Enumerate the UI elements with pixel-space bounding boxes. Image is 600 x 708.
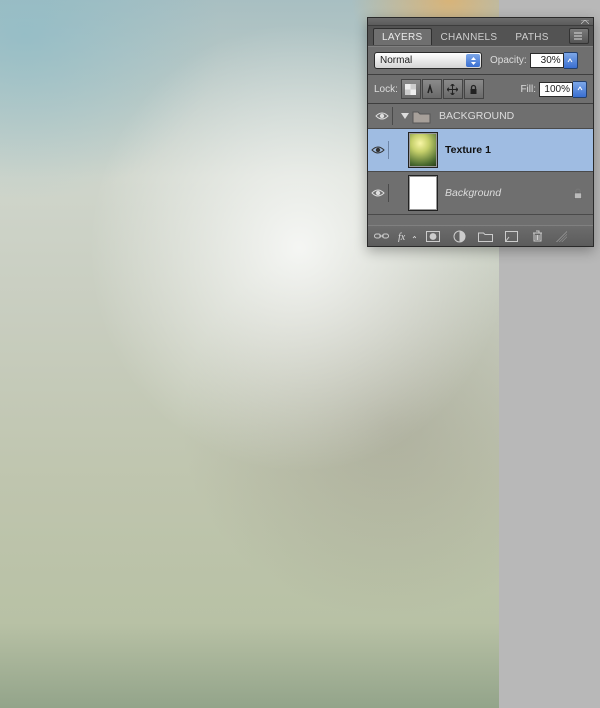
opacity-scrubber-icon[interactable] [564, 52, 578, 69]
lock-pixels-button[interactable] [422, 79, 442, 99]
lock-icon [573, 188, 583, 199]
layer-texture-1[interactable]: Texture 1 [368, 129, 593, 172]
tab-layers[interactable]: LAYERS [373, 28, 432, 45]
resize-grip-icon[interactable] [556, 231, 567, 242]
layer-thumbnail[interactable] [408, 132, 438, 168]
panel-tabs: LAYERS CHANNELS PATHS [368, 26, 593, 46]
layer-name-label[interactable]: Background [445, 187, 573, 199]
svg-text:fx: fx [398, 232, 406, 242]
layer-background[interactable]: Background [368, 172, 593, 215]
lock-all-button[interactable] [464, 79, 484, 99]
visibility-toggle[interactable] [368, 141, 389, 159]
tab-paths[interactable]: PATHS [506, 28, 557, 45]
fill-label: Fill: [520, 84, 536, 95]
fill-scrubber-icon[interactable] [573, 81, 587, 98]
lock-transparency-button[interactable] [401, 79, 421, 99]
fill-input[interactable] [539, 82, 573, 97]
layer-mask-button[interactable] [424, 228, 442, 244]
opacity-input[interactable] [530, 53, 564, 68]
tab-channels[interactable]: CHANNELS [432, 28, 507, 45]
panel-bottom-bar: fx [368, 225, 593, 246]
layer-name-label[interactable]: BACKGROUND [439, 110, 589, 122]
visibility-toggle[interactable] [372, 107, 393, 125]
layer-group-background[interactable]: BACKGROUND [368, 104, 593, 129]
delete-layer-button[interactable] [528, 228, 546, 244]
blend-mode-select[interactable]: Normal [374, 52, 482, 69]
disclosure-triangle-icon[interactable] [401, 112, 409, 120]
panel-titlebar[interactable] [368, 18, 593, 26]
lock-position-button[interactable] [443, 79, 463, 99]
new-group-button[interactable] [476, 228, 494, 244]
layer-thumbnail[interactable] [408, 175, 438, 211]
folder-icon [412, 109, 432, 124]
visibility-toggle[interactable] [368, 184, 389, 202]
layers-list: BACKGROUND Texture 1 Backgroun [368, 104, 593, 225]
lock-fill-row: Lock: Fill: [368, 75, 593, 104]
adjustment-layer-button[interactable] [450, 228, 468, 244]
blend-opacity-row: Normal Opacity: [368, 46, 593, 75]
blend-mode-arrows-icon [466, 54, 480, 67]
panel-collapse-icon[interactable] [580, 19, 590, 24]
link-layers-button[interactable] [372, 228, 390, 244]
layers-panel: LAYERS CHANNELS PATHS Normal Opacity: Lo… [367, 17, 594, 247]
new-layer-button[interactable] [502, 228, 520, 244]
lock-label: Lock: [374, 84, 398, 95]
panel-menu-button[interactable] [569, 28, 589, 44]
blend-mode-value: Normal [380, 55, 412, 66]
layer-name-label[interactable]: Texture 1 [445, 144, 589, 156]
opacity-label: Opacity: [490, 55, 527, 66]
layer-fx-button[interactable]: fx [398, 228, 416, 244]
